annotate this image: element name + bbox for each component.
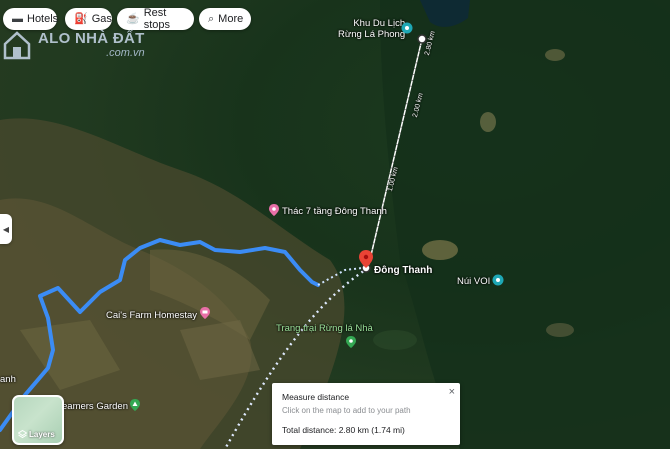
- gas-chip[interactable]: ⛽ Gas: [65, 8, 112, 30]
- measure-hint: Click on the map to add to your path: [282, 406, 411, 415]
- side-panel-toggle[interactable]: ◀: [0, 214, 12, 244]
- measure-distance-card: Measure distance Click on the map to add…: [272, 383, 460, 445]
- chip-label: Hotels: [27, 13, 59, 25]
- lodging-pin-icon[interactable]: [199, 307, 211, 319]
- search-icon: ⌕: [208, 12, 215, 25]
- place-label-rung-la-phong[interactable]: Khu Du Lịch Rừng Lá Phong: [338, 18, 405, 40]
- tourist-attraction-icon[interactable]: [401, 22, 413, 34]
- place-label-dreamers-garden[interactable]: eamers Garden: [62, 401, 128, 412]
- place-label-trang-trai[interactable]: Trang trại Rừng lá Nhà: [276, 323, 373, 334]
- rest-stop-icon: ☕: [126, 12, 140, 25]
- hotels-chip[interactable]: ▬ Hotels: [3, 8, 59, 30]
- place-label-thac-7-tang[interactable]: Thác 7 tầng Đông Thanh: [282, 206, 387, 217]
- measure-total-distance: Total distance: 2.80 km (1.74 mi): [282, 425, 405, 435]
- watermark-domain: .com.vn: [106, 47, 145, 59]
- house-logo-icon: [3, 31, 31, 60]
- place-label-nui-voi[interactable]: Núi VOI: [457, 276, 490, 287]
- waterfall-pin-icon[interactable]: [268, 204, 280, 216]
- chip-label: Gas: [91, 13, 112, 25]
- place-label-cais-farm[interactable]: Cai's Farm Homestay: [106, 310, 197, 321]
- farm-pin-icon[interactable]: [345, 336, 357, 348]
- mountain-attraction-icon[interactable]: [492, 274, 504, 286]
- bed-icon: ▬: [12, 12, 23, 25]
- watermark-brand: ALO NHÀ ĐẤT: [38, 30, 145, 47]
- place-label-anh: anh: [0, 374, 16, 385]
- map-canvas[interactable]: 2.80 km 2.00 km 1.00 km ▬ Hotels ⛽ Gas ☕…: [0, 0, 670, 449]
- place-label-line: Khu Du Lịch: [353, 18, 406, 29]
- layers-button[interactable]: Layers: [12, 395, 64, 445]
- satellite-terrain: [0, 0, 670, 449]
- place-label-line: Rừng Lá Phong: [338, 29, 406, 40]
- close-icon[interactable]: ×: [449, 386, 455, 398]
- layers-text: Layers: [29, 430, 55, 439]
- garden-pin-icon[interactable]: [129, 399, 141, 411]
- watermark: ALO NHÀ ĐẤT .com.vn: [2, 30, 145, 60]
- more-chip[interactable]: ⌕ More: [199, 8, 251, 30]
- measure-title: Measure distance: [282, 392, 350, 402]
- chip-label: More: [218, 13, 244, 25]
- layers-icon: [18, 430, 27, 439]
- place-label-dong-thanh[interactable]: Đông Thanh: [374, 265, 432, 276]
- chip-label: Rest stops: [143, 7, 170, 31]
- gas-icon: ⛽: [74, 12, 88, 25]
- rest-stops-chip[interactable]: ☕ Rest stops: [117, 7, 194, 31]
- layers-label-row: Layers: [18, 430, 55, 439]
